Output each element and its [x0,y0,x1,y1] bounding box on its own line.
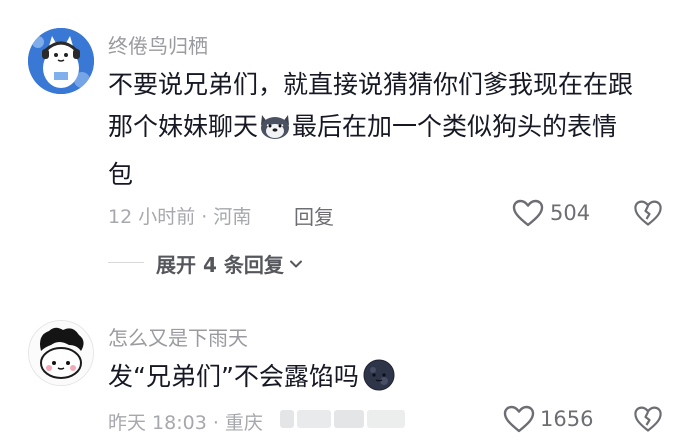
comment-meta: 昨天 18:03 · 重庆 [108,412,263,434]
comment-text-line: 包 [108,160,134,189]
like-count: 504 [550,201,591,225]
comment-content: 发“兄弟们”不会露馅吗 [108,356,668,404]
like-button[interactable] [512,198,546,228]
expand-divider [108,262,144,263]
comment-text-segment: 最后在加一个类似狗头的表情 [292,112,618,141]
avatar[interactable] [28,320,94,386]
broken-heart-icon [634,200,662,226]
expand-replies-label: 展开 4 条回复 [156,253,284,277]
dislike-button[interactable] [633,404,663,434]
username[interactable]: 怎么又是下雨天 [108,322,248,351]
broken-heart-icon [634,406,662,432]
watermark-glyph [297,410,331,428]
heart-icon [503,405,535,433]
comment-text-line: 那个妹妹聊天 最后在加一个类似狗头的表情 [108,106,668,154]
comment-meta: 12 小时前 · 河南 [108,206,252,228]
husky-emoji-icon [258,111,292,154]
comment-text-segment: 发“兄弟们”不会露馅吗 [108,362,359,391]
like-button[interactable] [503,404,537,434]
dislike-button[interactable] [633,198,663,228]
comment-text-segment: 那个妹妹聊天 [108,112,259,141]
avatar[interactable] [28,28,94,94]
comment-content: 不要说兄弟们，就直接说猜猜你们爹我现在在跟 那个妹妹聊天 最后在加一个类似狗头的… [108,64,668,196]
watermark-glyph [280,410,294,428]
reply-button[interactable]: 回复 [294,201,334,230]
username[interactable]: 终倦鸟归栖 [108,30,208,59]
dark-moon-emoji-icon [363,359,395,404]
chevron-down-icon [289,260,302,267]
comment-text-line: 不要说兄弟们，就直接说猜猜你们爹我现在在跟 [108,70,634,99]
avatar-cat-icon [29,321,93,385]
watermark-glyph [367,410,405,428]
watermark-glyph [334,410,364,428]
like-count: 1656 [540,407,594,431]
avatar-cat-icon [28,28,94,94]
expand-replies-button[interactable]: 展开 4 条回复 [156,249,304,278]
heart-icon [512,199,544,227]
watermark [280,404,408,434]
